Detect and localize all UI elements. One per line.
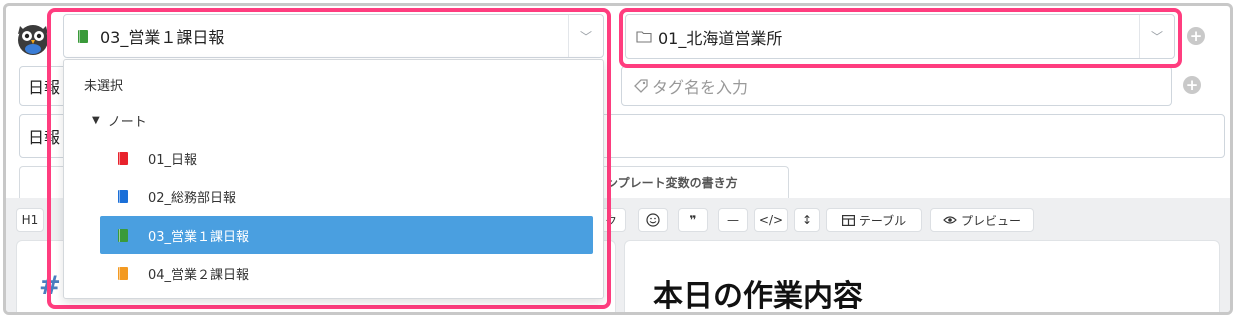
h1-button[interactable]: H1: [16, 208, 44, 232]
chevron-down-icon: ﹀: [1139, 15, 1174, 58]
dropdown-unselected-option[interactable]: 未選択: [64, 70, 603, 98]
preview-button-label: プレビュー: [960, 213, 1021, 228]
orange-notebook-icon: [118, 266, 128, 280]
dropdown-option-03-selected[interactable]: 03_営業１課日報: [100, 216, 593, 254]
green-notebook-icon: [118, 228, 128, 242]
smile-icon: [646, 213, 660, 227]
quote-icon: ❞: [689, 213, 697, 227]
tab-template-variables-label: ンプレート変数の書き方: [606, 176, 738, 190]
horizontal-rule-button[interactable]: —: [718, 208, 748, 232]
horizontal-rule-icon: —: [727, 213, 739, 227]
dropdown-option-02[interactable]: 02_総務部日報: [64, 182, 603, 210]
dropdown-unselected-label: 未選択: [84, 78, 124, 94]
tag-input[interactable]: タグ名を入力: [621, 66, 1172, 106]
dropdown-group-notes[interactable]: ▼ ノート: [64, 106, 603, 134]
app-window: 日報 日報 タグ名を入力 + ンプレート変数の書き方 H1 ク ❞ — </> …: [3, 3, 1233, 315]
green-notebook-icon: [78, 29, 88, 43]
dropdown-option-label: 03_営業１課日報: [148, 229, 250, 245]
red-notebook-icon: [118, 151, 128, 165]
table-icon: [841, 214, 855, 226]
folder-select[interactable]: 01_北海道営業所 ﹀: [625, 14, 1175, 59]
preview-heading: 本日の作業内容: [653, 279, 863, 314]
dropdown-option-01[interactable]: 01_日報: [64, 144, 603, 172]
table-button[interactable]: テーブル: [826, 208, 922, 232]
owl-logo-icon[interactable]: [16, 18, 50, 56]
resize-button[interactable]: ↕: [794, 208, 820, 232]
dropdown-option-label: 02_総務部日報: [148, 190, 237, 206]
dropdown-option-04[interactable]: 04_営業２課日報: [64, 259, 603, 287]
preview-pane: 本日の作業内容: [624, 240, 1220, 314]
add-tag-button[interactable]: +: [1183, 76, 1201, 94]
preview-button[interactable]: プレビュー: [930, 208, 1034, 232]
notebook-dropdown-menu: 未選択 ▼ ノート 01_日報 02_総務部日報 03_営業１課日報 04_営業…: [63, 59, 604, 299]
caret-down-icon: ▼: [92, 114, 100, 126]
folder-select-value: 01_北海道営業所: [658, 28, 783, 48]
folder-icon: [636, 31, 652, 43]
resize-icon: ↕: [801, 213, 813, 227]
code-icon: </>: [758, 213, 784, 227]
notebook-select[interactable]: 03_営業１課日報 ﹀: [63, 14, 604, 58]
h1-button-label: H1: [21, 213, 39, 227]
table-button-label: テーブル: [858, 213, 907, 228]
add-folder-button[interactable]: +: [1187, 27, 1205, 45]
code-button[interactable]: </>: [754, 208, 788, 232]
quote-button[interactable]: ❞: [678, 208, 708, 232]
emoji-button[interactable]: [638, 208, 668, 232]
tag-input-placeholder: タグ名を入力: [652, 78, 749, 97]
eye-icon: [943, 216, 957, 224]
dropdown-option-label: 01_日報: [148, 152, 198, 168]
blue-notebook-icon: [118, 189, 128, 203]
dropdown-group-label: ノート: [107, 114, 147, 130]
notebook-select-value: 03_営業１課日報: [100, 28, 225, 47]
chevron-down-icon: ﹀: [568, 15, 603, 57]
tag-icon: [634, 79, 648, 93]
dropdown-option-label: 04_営業２課日報: [148, 267, 250, 283]
